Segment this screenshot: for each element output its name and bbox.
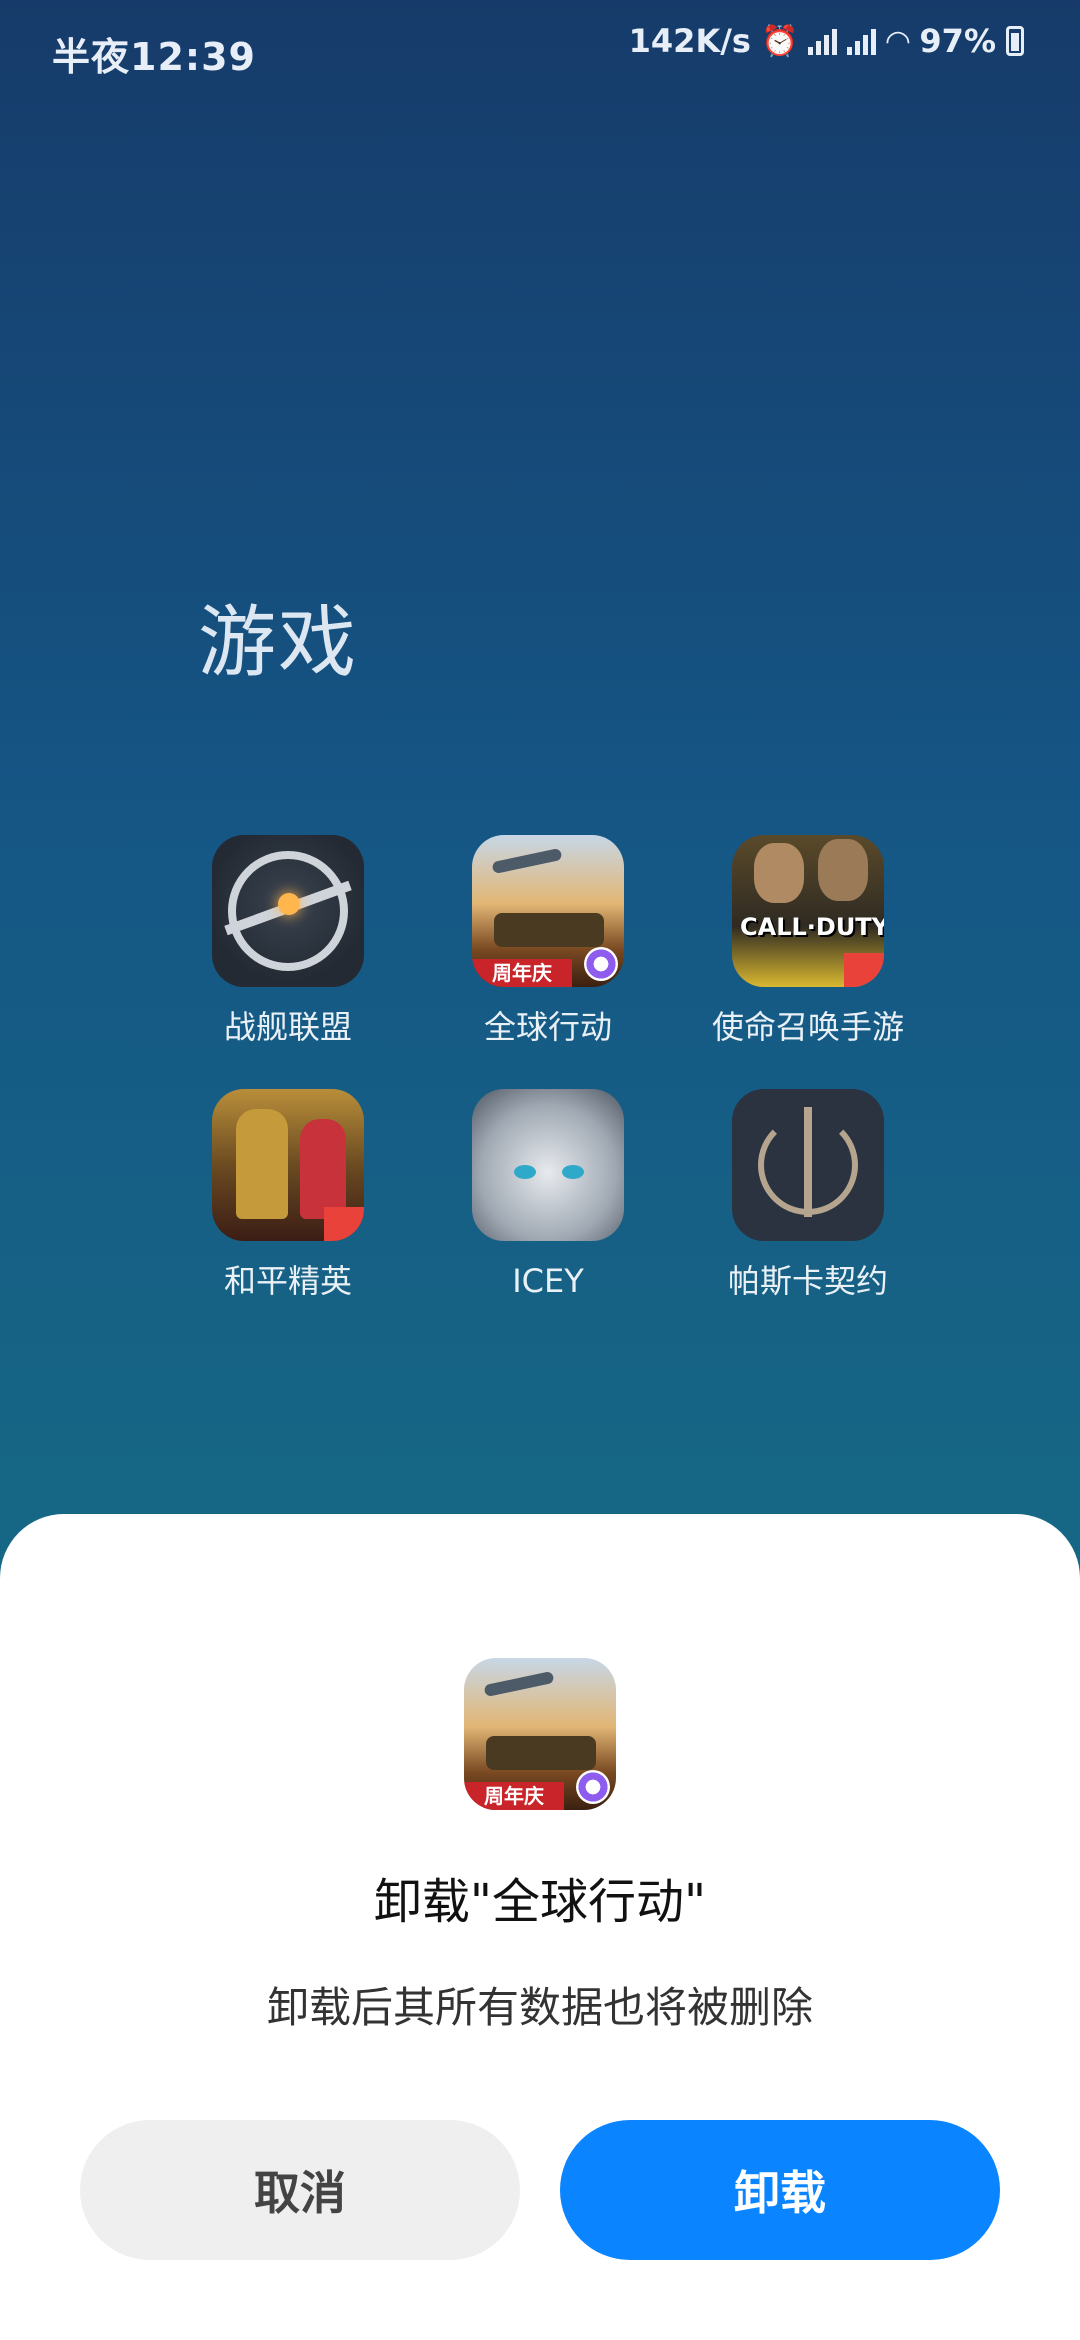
uninstall-button[interactable]: 卸载 — [560, 2120, 1000, 2260]
app-label: 战舰联盟 — [223, 1008, 352, 1046]
app-icey[interactable]: ICEY — [418, 1089, 678, 1303]
signal-icon — [808, 27, 838, 55]
anniversary-badge: 周年庆 — [472, 959, 572, 987]
app-call-of-duty[interactable]: CALL·DUTY 使命召唤手游 — [678, 835, 938, 1049]
app-peace-elite[interactable]: 和平精英 — [158, 1089, 418, 1303]
alarm-icon: ⏰ — [760, 23, 799, 59]
app-warship-alliance[interactable]: 战舰联盟 — [158, 835, 418, 1049]
peace-elite-icon[interactable] — [212, 1089, 364, 1241]
cancel-button[interactable]: 取消 — [80, 2120, 520, 2260]
status-indicators: 142K/s ⏰ ◠ 97% — [629, 22, 1024, 60]
app-label: ICEY — [512, 1262, 584, 1300]
uninstall-dialog: 周年庆 卸载"全球行动" 卸载后其所有数据也将被删除 取消 卸载 — [0, 1514, 1080, 2340]
app-label: 帕斯卡契约 — [727, 1262, 888, 1300]
pascal-contract-icon[interactable] — [732, 1089, 884, 1241]
app-global-action[interactable]: 周年庆 全球行动 — [418, 835, 678, 1049]
global-action-icon: 周年庆 — [464, 1658, 616, 1810]
anniversary-badge: 周年庆 — [464, 1782, 564, 1810]
signal-icon — [847, 27, 877, 55]
dialog-message: 卸载后其所有数据也将被删除 — [266, 1983, 813, 2032]
network-speed: 142K/s — [628, 22, 751, 60]
wifi-icon: ◠ — [886, 23, 910, 59]
cod-logo-text: CALL·DUTY — [740, 913, 884, 941]
icey-icon[interactable] — [472, 1089, 624, 1241]
app-label: 全球行动 — [483, 1008, 612, 1046]
status-bar: 半夜12:39 142K/s ⏰ ◠ 97% — [0, 0, 1080, 100]
dialog-title: 卸载"全球行动" — [373, 1874, 707, 1930]
app-label: 使命召唤手游 — [711, 1008, 904, 1046]
global-action-icon[interactable]: 周年庆 — [472, 835, 624, 987]
app-grid: 战舰联盟 周年庆 全球行动 CALL·DUTY 使命召唤手游 和平精英 ICEY — [158, 835, 938, 1303]
warship-alliance-icon[interactable] — [212, 835, 364, 987]
app-label: 和平精英 — [223, 1262, 352, 1300]
app-pascal-contract[interactable]: 帕斯卡契约 — [678, 1089, 938, 1303]
battery-percent: 97% — [919, 22, 996, 60]
folder-title: 游戏 — [198, 598, 359, 688]
status-time: 半夜12:39 — [52, 35, 256, 79]
call-of-duty-icon[interactable]: CALL·DUTY — [732, 835, 884, 987]
battery-icon — [1006, 26, 1024, 56]
